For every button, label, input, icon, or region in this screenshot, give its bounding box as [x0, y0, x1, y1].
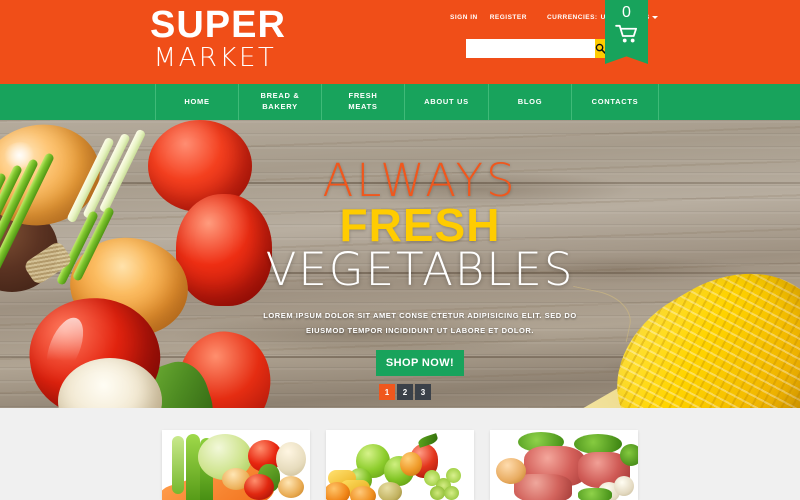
cart-count: 0	[622, 4, 631, 21]
meats-image	[490, 430, 638, 500]
meats-card[interactable]	[490, 430, 638, 500]
hero-headline-line3: VEGETABLES	[265, 243, 575, 297]
currency-label: CURRENCIES:	[546, 14, 598, 21]
slider-pagination: 1 2 3	[0, 384, 800, 400]
hero-slider: ALWAYS FRESH VEGETABLES LOREM IPSUM DOLO…	[0, 120, 800, 408]
fruits-card[interactable]	[326, 430, 474, 500]
nav-label: ABOUT US	[424, 96, 469, 106]
nav-item-contacts[interactable]: CONTACTS	[571, 84, 659, 120]
nav-label: FRESH MEATS	[348, 91, 378, 111]
logo-text-market: MARKET	[153, 43, 277, 73]
shop-now-button[interactable]: SHOP NOW!	[376, 349, 464, 376]
nav-item-about-us[interactable]: ABOUT US	[404, 84, 488, 120]
chevron-down-icon	[652, 16, 659, 19]
nav-item-blog[interactable]: BLOG	[488, 84, 571, 120]
slider-dot-3[interactable]: 3	[415, 384, 431, 400]
site-logo[interactable]: SUPER MARKET	[150, 4, 286, 73]
nav-label: BREAD & BAKERY	[260, 91, 300, 111]
sign-in-link[interactable]: SIGN IN	[450, 14, 478, 21]
nav-label: HOME	[184, 96, 210, 106]
nav-item-bread-bakery[interactable]: BREAD & BAKERY	[238, 84, 321, 120]
slider-dot-1[interactable]: 1	[379, 384, 395, 400]
cart-button[interactable]: 0	[605, 0, 648, 64]
fruits-image	[326, 430, 474, 500]
search-input[interactable]	[466, 39, 595, 58]
page-root: SUPER MARKET SIGN IN REGISTER CURRENCIES…	[0, 0, 800, 500]
logo-text-super: SUPER	[150, 4, 286, 46]
nav-label: BLOG	[517, 96, 543, 106]
search-button[interactable]	[595, 39, 606, 58]
hero-caption: ALWAYS FRESH VEGETABLES LOREM IPSUM DOLO…	[0, 158, 800, 376]
search-icon	[595, 43, 606, 54]
search-bar	[466, 39, 606, 58]
site-header: SUPER MARKET SIGN IN REGISTER CURRENCIES…	[0, 0, 800, 84]
main-navigation: HOME BREAD & BAKERY FRESH MEATS ABOUT US…	[0, 84, 800, 120]
register-link[interactable]: REGISTER	[490, 14, 527, 21]
slider-dot-2[interactable]: 2	[397, 384, 413, 400]
nav-item-fresh-meats[interactable]: FRESH MEATS	[321, 84, 404, 120]
category-cards	[0, 408, 800, 500]
vegetables-card[interactable]	[162, 430, 310, 500]
vegetables-image	[162, 430, 310, 500]
shopping-cart-icon	[614, 24, 637, 43]
nav-item-home[interactable]: HOME	[155, 84, 238, 120]
hero-headline-line2: FRESH	[339, 199, 501, 251]
nav-label: CONTACTS	[591, 96, 639, 106]
hero-headline-line1: ALWAYS	[322, 154, 518, 207]
hero-description: LOREM IPSUM DOLOR SIT AMET CONSE CTETUR …	[263, 310, 577, 335]
